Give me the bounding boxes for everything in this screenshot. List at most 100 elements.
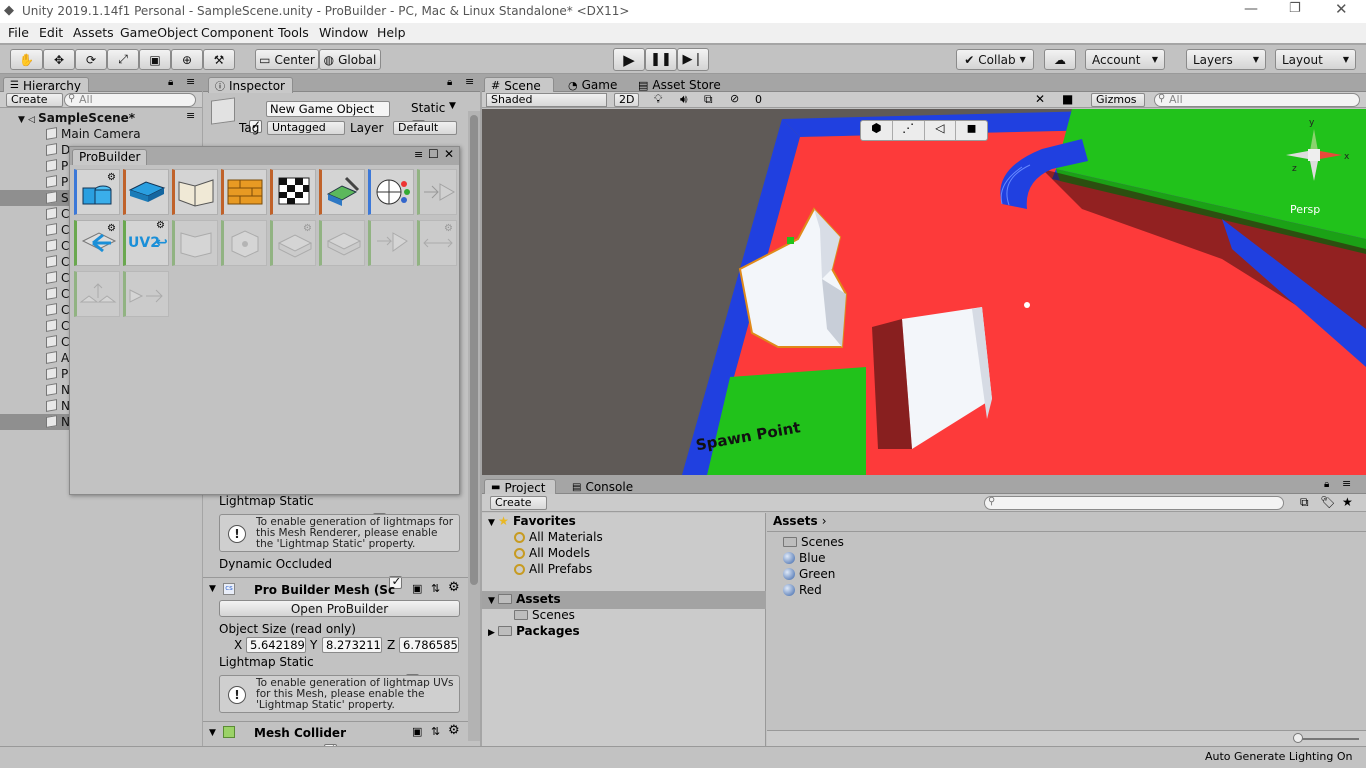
lighting-icon[interactable]: 💡︎ <box>654 92 662 107</box>
menu-help[interactable]: Help <box>377 25 406 40</box>
scale-tool-icon[interactable]: ⤢ <box>107 49 139 70</box>
uv-editor-tool[interactable] <box>221 169 267 215</box>
object-name-field[interactable]: New Game Object <box>266 101 390 117</box>
menu-edit[interactable]: Edit <box>39 25 63 40</box>
collab-dropdown[interactable]: ✔ Collab ▼ <box>956 49 1034 70</box>
scene-viewport[interactable]: Spawn Point y x z Persp <box>482 109 1366 475</box>
hierarchy-item[interactable]: Main Camera <box>0 126 202 142</box>
pb-maximize-icon[interactable]: ☐ <box>428 147 439 161</box>
tab-inspector[interactable]: ⓘ Inspector <box>208 77 293 93</box>
object-mode-icon[interactable]: ⬢ <box>861 121 893 140</box>
scene-root[interactable]: ▼ ◁ SampleScene* <box>18 110 135 126</box>
preset-icon[interactable]: ⇅ <box>431 582 440 595</box>
uv2-tool[interactable]: UV2 ↩ ⚙ <box>123 220 169 266</box>
project-search-input[interactable] <box>984 496 1284 510</box>
menu-component[interactable]: Component <box>201 25 274 40</box>
collider-foldout-icon[interactable]: ▼ <box>209 728 216 738</box>
tab-project[interactable]: ▬ Project <box>484 479 556 495</box>
size-z-field[interactable]: 6.786585 <box>399 637 459 653</box>
inspector-scrollbar[interactable] <box>468 111 480 741</box>
pb-menu-icon[interactable]: ≡ <box>414 148 423 161</box>
collider-preset-icon[interactable]: ⇅ <box>431 725 440 738</box>
foldout-arrow-icon[interactable]: ▼ <box>209 584 216 594</box>
step-button[interactable]: ▶❘ <box>677 48 709 71</box>
close-button[interactable]: ✕ <box>1335 0 1348 18</box>
maximize-button[interactable]: ❐ <box>1289 1 1301 16</box>
project-file-item[interactable]: Scenes <box>783 534 844 550</box>
effects-icon[interactable]: ⧉ <box>704 92 713 107</box>
layers-dropdown[interactable]: Layers ▼ <box>1186 49 1266 70</box>
hand-tool-icon[interactable]: ✋ <box>10 49 43 70</box>
zoom-slider-thumb[interactable] <box>1293 733 1303 743</box>
filter-label-icon[interactable]: 🏷︎ <box>1320 495 1335 509</box>
merge-tool[interactable] <box>74 271 120 317</box>
fav-all-models[interactable]: All Models <box>514 545 590 561</box>
tab-hierarchy[interactable]: ☰ Hierarchy <box>3 77 89 93</box>
pivot-global-button[interactable]: ◍ Global <box>319 49 381 70</box>
pause-button[interactable]: ❚❚ <box>645 48 677 71</box>
2d-toggle[interactable]: 2D <box>614 93 639 107</box>
minimize-button[interactable]: — <box>1244 1 1258 17</box>
book-icon[interactable]: ▣ <box>412 582 422 595</box>
hierarchy-create-dropdown[interactable]: Create <box>6 93 63 107</box>
camera-icon[interactable]: ■ <box>1062 92 1073 106</box>
pivot-center-button[interactable]: ▭ Center <box>255 49 319 70</box>
play-button[interactable]: ▶ <box>613 48 645 71</box>
vertex-colors-tool[interactable] <box>319 169 365 215</box>
account-dropdown[interactable]: Account ▼ <box>1085 49 1165 70</box>
size-x-field[interactable]: 5.642189 <box>246 637 306 653</box>
zoom-slider[interactable] <box>1297 738 1359 740</box>
tab-console[interactable]: ▤ Console <box>566 479 639 495</box>
menu-assets[interactable]: Assets <box>73 25 114 40</box>
project-lock-icon[interactable]: 🔒︎ <box>1324 479 1329 490</box>
custom-tool-icon[interactable]: ⚒ <box>203 49 235 70</box>
scene-search-input[interactable]: All <box>1154 93 1360 107</box>
favorite-star-icon[interactable]: ★ <box>1342 495 1353 509</box>
material-editor-tool[interactable] <box>172 169 218 215</box>
probuilder-tab[interactable]: ProBuilder <box>72 149 148 165</box>
project-file-item[interactable]: Red <box>783 582 822 598</box>
smoothing-tool[interactable] <box>368 169 414 215</box>
visibility-icon[interactable]: ⊘ <box>730 92 739 105</box>
transform-tool-icon[interactable]: ⊕ <box>171 49 203 70</box>
gear-icon[interactable]: ⚙ <box>448 580 460 595</box>
menu-tools[interactable]: Tools <box>278 25 309 40</box>
scrollbar-thumb[interactable] <box>470 115 478 585</box>
static-dropdown-arrow[interactable]: ▼ <box>449 101 456 111</box>
edge-mode-icon[interactable]: ◁ <box>925 121 957 140</box>
collider-gear-icon[interactable]: ⚙ <box>448 723 460 738</box>
new-shape-tool[interactable]: ⚙ <box>74 169 120 215</box>
menu-window[interactable]: Window <box>319 25 368 40</box>
new-poly-shape-tool[interactable] <box>123 169 169 215</box>
fav-all-materials[interactable]: All Materials <box>514 529 603 545</box>
lock-icon[interactable]: 🔒︎ <box>168 77 173 88</box>
tab-game[interactable]: ◔ Game <box>562 77 623 93</box>
tab-asset-store[interactable]: ▤ Asset Store <box>632 77 727 93</box>
project-file-item[interactable]: Green <box>783 566 835 582</box>
inspector-lock-icon[interactable]: 🔒︎ <box>447 77 452 88</box>
pb-close-icon[interactable]: ✕ <box>444 147 454 161</box>
uv-checker-tool[interactable] <box>270 169 316 215</box>
open-probuilder-button[interactable]: Open ProBuilder <box>219 600 460 617</box>
shading-mode-dropdown[interactable]: Shaded <box>486 93 607 107</box>
detach-tool[interactable] <box>123 271 169 317</box>
packages-folder-item[interactable]: ▶ Packages <box>488 623 580 641</box>
layer-dropdown[interactable]: Default <box>393 121 457 135</box>
vertex-mode-icon[interactable]: ⋰ <box>893 121 925 140</box>
scene-menu-icon[interactable]: ≡ <box>186 109 195 122</box>
mirror-tool[interactable] <box>417 169 457 215</box>
size-y-field[interactable]: 8.273211 <box>322 637 382 653</box>
hierarchy-search-input[interactable]: All <box>64 93 196 107</box>
audio-icon[interactable]: 🔊︎ <box>680 92 688 107</box>
panel-menu-icon[interactable]: ≡ <box>186 75 195 88</box>
project-file-item[interactable]: Blue <box>783 550 826 566</box>
breadcrumb[interactable]: Assets › <box>773 513 827 529</box>
tag-dropdown[interactable]: Untagged <box>267 121 345 135</box>
project-create-dropdown[interactable]: Create <box>490 496 547 510</box>
layout-dropdown[interactable]: Layout ▼ <box>1275 49 1356 70</box>
subdivide-tool[interactable]: ⚙ <box>417 220 457 266</box>
select-face-tool[interactable]: ⚙ <box>74 220 120 266</box>
triangulate-tool[interactable] <box>368 220 414 266</box>
center-pivot-tool[interactable] <box>221 220 267 266</box>
inspector-menu-icon[interactable]: ≡ <box>465 75 474 88</box>
